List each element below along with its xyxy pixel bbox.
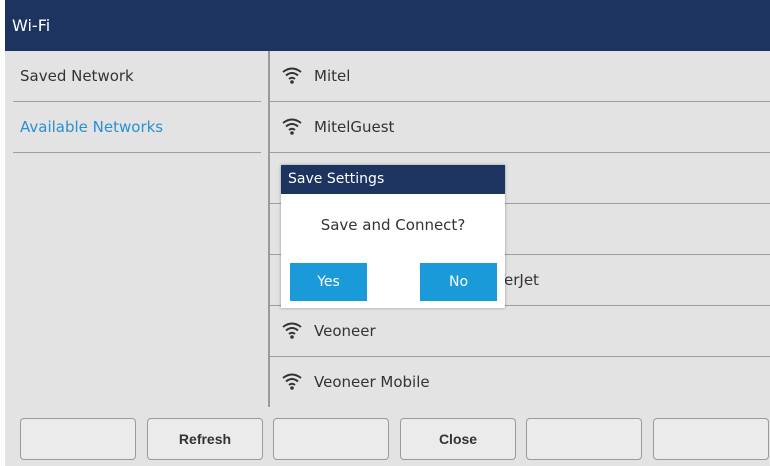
sidebar-item-saved-network[interactable]: Saved Network [13,51,261,102]
softkey-label: Close [438,431,478,447]
softkey-6[interactable] [653,418,769,460]
softkey-5[interactable] [526,418,642,460]
wifi-signal-icon [282,67,302,84]
network-name: Veoneer Mobile [314,373,430,391]
network-row[interactable]: Veoneer Mobile [270,357,770,408]
network-name: erJet [504,271,539,289]
dialog-message: Save and Connect? [320,216,466,234]
sidebar-item-available-networks[interactable]: Available Networks [13,102,261,153]
network-row[interactable]: Veoneer [270,306,770,357]
network-name: Mitel [314,67,351,85]
refresh-button[interactable]: Refresh [147,418,263,460]
sidebar-item-label: Saved Network [20,67,134,85]
screen-title: Wi-Fi [12,16,51,35]
yes-button[interactable]: Yes [290,263,367,301]
softkey-label: Refresh [178,431,232,447]
save-settings-dialog: Save Settings Save and Connect? Yes No [281,165,505,308]
title-bar: Wi-Fi [5,0,770,51]
wifi-signal-icon [282,118,302,135]
sidebar: Saved Network Available Networks [5,51,270,407]
network-name: Veoneer [314,322,376,340]
softkey-1[interactable] [20,418,136,460]
network-name: MitelGuest [314,118,395,136]
softkey-3[interactable] [273,418,389,460]
network-row[interactable]: Mitel [270,51,770,102]
sidebar-item-label: Available Networks [20,118,164,136]
dialog-title: Save Settings [281,165,505,194]
no-button[interactable]: No [420,263,497,301]
wifi-signal-icon [282,322,302,339]
network-row[interactable]: MitelGuest [270,102,770,153]
softkey-bar: Refresh Close [5,407,770,466]
wifi-signal-icon [282,373,302,390]
close-button[interactable]: Close [400,418,516,460]
